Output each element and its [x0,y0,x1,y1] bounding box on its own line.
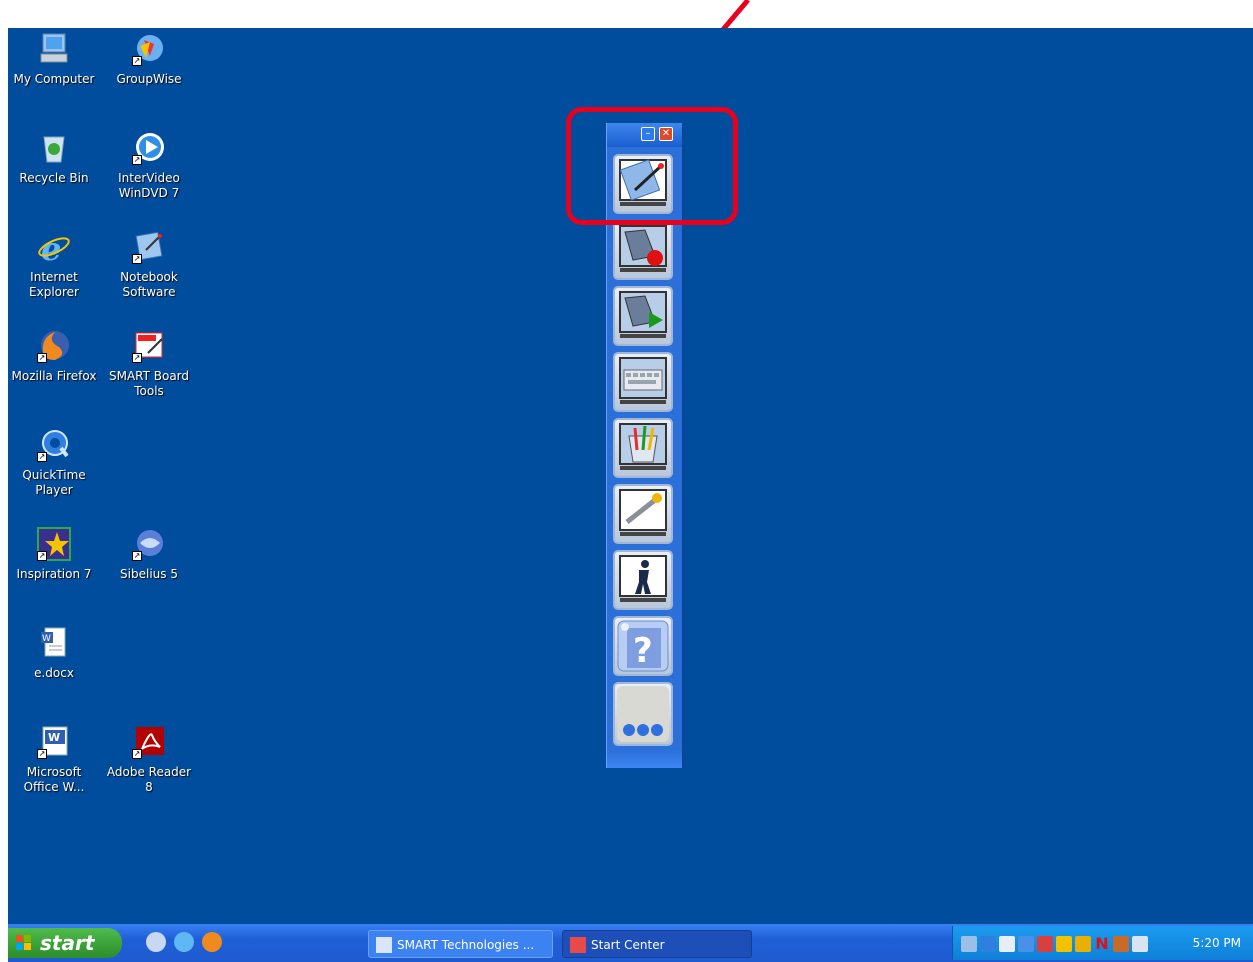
svg-text:W: W [42,634,51,644]
inspiration-icon: ↗ [37,527,71,561]
recorder-icon [619,225,667,272]
icon-label: Recycle Bin [19,171,89,185]
shortcut-arrow-icon: ↗ [37,749,47,759]
taskbar: start SMART Technologies ... Start Cente… [8,924,1253,962]
volume-icon[interactable] [980,936,996,952]
shortcut-arrow-icon: ↗ [37,452,47,462]
icon-label: QuickTime Player [22,468,86,497]
network-icon[interactable] [961,936,977,952]
shortcut-arrow-icon: ↗ [37,551,47,561]
pen-icon[interactable] [1018,936,1034,952]
microsoft-word-icon: W ↗ [37,725,71,759]
start-label: start [40,931,95,955]
notebook-software-icon: ↗ [132,230,166,264]
desktop-icon-windvd[interactable]: ↗ InterVideo WinDVD 7 [103,131,195,201]
adobe-reader-icon: ↗ [132,725,166,759]
help-icon: ? [617,620,669,672]
orient-tool-button[interactable] [613,550,673,610]
icon-label: Notebook Software [120,270,178,299]
desktop-icon-adobe-reader[interactable]: ↗ Adobe Reader 8 [103,725,195,795]
icon-label: Adobe Reader 8 [106,765,192,794]
pen-tray-icon [619,423,667,470]
desktop-icon-notebook-software[interactable]: ↗ Notebook Software [103,230,195,300]
desktop-icon-quicktime[interactable]: ↗ QuickTime Player [8,428,100,498]
desktop-icon-my-computer[interactable]: My Computer [8,32,100,87]
my-computer-icon [37,32,71,66]
icon-label: Inspiration 7 [16,567,92,581]
desktop-icon-mozilla-firefox[interactable]: ↗ Mozilla Firefox [8,329,100,384]
desktop-icon-groupwise[interactable]: ↗ GroupWise [103,32,195,87]
clock[interactable]: 5:20 PM [1193,926,1241,960]
shortcut-arrow-icon: ↗ [132,56,142,66]
system-tray: N 5:20 PM [952,926,1253,960]
taskbar-item-smart-technologies[interactable]: SMART Technologies ... [368,930,553,958]
desktop-icon-sibelius[interactable]: ↗ Sibelius 5 [103,527,195,582]
video-player-tool-button[interactable] [613,286,673,346]
video-player-icon [619,291,667,338]
gear-icon[interactable] [1113,936,1129,952]
groupwise-icon: ↗ [132,32,166,66]
quick-launch-settings-icon[interactable] [146,932,166,952]
more-dots-icon [617,686,669,742]
icon-label: e.docx [34,666,74,680]
start-button[interactable]: start [8,928,122,958]
firefox-icon: ↗ [37,329,71,363]
wrench-icon [619,489,667,536]
shortcut-arrow-icon: ↗ [132,749,142,759]
icon-label: InterVideo WinDVD 7 [118,171,180,200]
internet-explorer-icon: e [37,230,71,268]
windvd-icon: ↗ [132,131,166,165]
help-tool-button[interactable]: ? [613,616,673,676]
icon-label: Mozilla Firefox [11,369,97,383]
recycle-bin-icon [37,131,71,165]
icon-label: SMART Board Tools [108,369,190,398]
pencil-icon[interactable] [1056,936,1072,952]
control-panel-tool-button[interactable] [613,484,673,544]
quick-launch-internet-explorer-icon[interactable] [174,932,194,952]
keyboard-icon [619,357,667,404]
quick-launch-firefox-icon[interactable] [202,932,222,952]
icon-label: Internet Explorer [29,270,79,299]
n-icon[interactable]: N [1094,936,1110,952]
smart-board-tools-icon: ↗ [132,329,166,363]
desktop-icon-e-docx[interactable]: W e.docx [8,626,100,681]
desktop-icon-microsoft-word[interactable]: W ↗ Microsoft Office W... [8,725,100,795]
chart-icon[interactable] [999,936,1015,952]
start-center-icon [570,937,586,953]
taskbar-item-start-center[interactable]: Start Center [562,930,752,958]
icon-label: Microsoft Office W... [23,765,85,794]
toolbar-footer [607,750,682,768]
word-document-icon: W [37,626,71,660]
sibelius-icon: ↗ [132,527,166,561]
smart-icon [376,937,392,953]
keyboard-tool-button[interactable] [613,352,673,412]
annotation-highlight-box [566,107,738,225]
svg-text:?: ? [633,631,653,671]
task-label: Start Center [591,938,665,952]
icon-label: Sibelius 5 [120,567,178,581]
icon-label: GroupWise [116,72,182,86]
flag-icon[interactable] [1132,936,1148,952]
shortcut-arrow-icon: ↗ [132,353,142,363]
floating-tools-button[interactable] [613,418,673,478]
more-tool-button[interactable] [613,682,673,746]
shortcut-arrow-icon: ↗ [132,155,142,165]
desktop-icon-smart-board-tools[interactable]: ↗ SMART Board Tools [103,329,195,399]
mail-icon[interactable] [1075,936,1091,952]
shortcut-arrow-icon: ↗ [132,551,142,561]
icon-label: My Computer [13,72,95,86]
shortcut-arrow-icon: ↗ [37,353,47,363]
desktop-icon-internet-explorer[interactable]: e Internet Explorer [8,230,100,300]
desktop-icon-inspiration[interactable]: ↗ Inspiration 7 [8,527,100,582]
desktop-icon-recycle-bin[interactable]: Recycle Bin [8,131,100,186]
quicktime-icon: ↗ [37,428,71,462]
svg-text:W: W [48,731,60,744]
windows-flag-icon [16,935,31,950]
shortcut-arrow-icon: ↗ [132,254,142,264]
task-label: SMART Technologies ... [397,938,535,952]
arrow-icon[interactable] [1037,936,1053,952]
recorder-tool-button[interactable] [613,220,673,280]
orient-icon [619,555,667,602]
